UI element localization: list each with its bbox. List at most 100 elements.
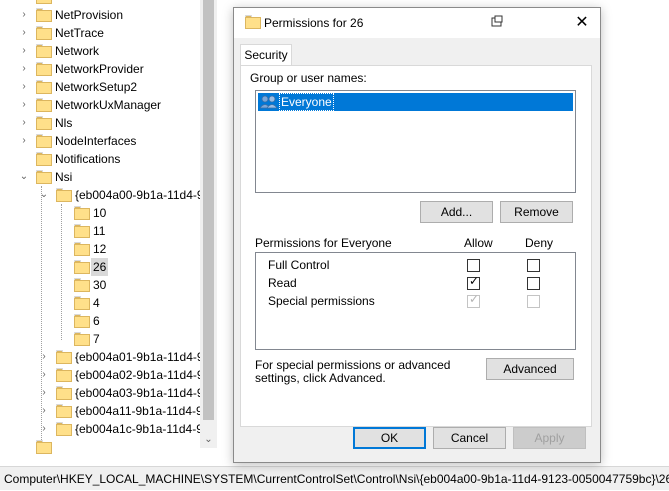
expand-chevron-icon[interactable]: ⌄	[18, 168, 30, 186]
tree-item[interactable]: 30	[0, 276, 200, 294]
expand-chevron-icon[interactable]: ›	[18, 42, 30, 60]
tree-item-label: 12	[93, 242, 107, 256]
registry-tree[interactable]: › NetProvision › NetTrace › Network › NetworkPr…	[0, 0, 217, 466]
expand-chevron-icon[interactable]: ›	[18, 132, 30, 150]
tree-item[interactable]: › {eb004a02-9b1a-11d4-9	[0, 366, 204, 384]
tree-item[interactable]: › {eb004a01-9b1a-11d4-9	[0, 348, 204, 366]
close-icon[interactable]: ✕	[564, 8, 600, 38]
group-or-user-names-label: Group or user names:	[250, 71, 367, 85]
expand-chevron-icon[interactable]: ⌄	[38, 186, 50, 204]
expand-chevron-icon[interactable]: ›	[18, 114, 30, 132]
folder-icon	[74, 332, 90, 346]
tree-item[interactable]: Notifications	[0, 150, 200, 168]
tree-item[interactable]: › {eb004a03-9b1a-11d4-9	[0, 384, 204, 402]
tree-item[interactable]: 12	[0, 240, 200, 258]
checkmark-icon: ✓	[469, 274, 480, 288]
folder-icon	[36, 116, 52, 130]
tree-item[interactable]: 26	[0, 258, 200, 276]
tree-item[interactable]: 10	[0, 204, 200, 222]
dialog-titlebar[interactable]: Permissions for 26 ✕	[234, 8, 600, 38]
tree-item[interactable]: ⌄ {eb004a00-9b1a-11d4-9	[0, 186, 204, 204]
permissions-for-label: Permissions for Everyone	[255, 236, 392, 250]
deny-checkbox	[527, 295, 540, 308]
tree-item[interactable]: 6	[0, 312, 200, 330]
folder-icon	[56, 386, 72, 400]
remove-button[interactable]: Remove	[500, 201, 573, 223]
tree-item[interactable]: › NetworkProvider	[0, 60, 200, 78]
tree-item[interactable]: ⌄ Nsi	[0, 168, 200, 186]
tree-item[interactable]: › Network	[0, 42, 200, 60]
folder-icon	[74, 314, 90, 328]
tree-item-label: NodeInterfaces	[55, 134, 137, 148]
tree-item[interactable]: 11	[0, 222, 200, 240]
tree-item[interactable]: › NetTrace	[0, 24, 200, 42]
permission-name: Special permissions	[268, 294, 375, 308]
tree-item-label: {eb004a02-9b1a-11d4-9	[75, 368, 204, 382]
tree-item[interactable]: › Nls	[0, 114, 200, 132]
expand-chevron-icon[interactable]: ›	[38, 384, 50, 402]
expand-chevron-icon[interactable]: ›	[18, 24, 30, 42]
tree-scrollbar[interactable]: ⌄	[200, 0, 217, 448]
cancel-button[interactable]: Cancel	[433, 427, 506, 449]
window-snap-icon[interactable]	[490, 15, 504, 29]
expand-chevron-icon[interactable]: ›	[38, 420, 50, 438]
apply-button[interactable]: Apply	[513, 427, 586, 449]
tree-item-label: NetTrace	[55, 26, 104, 40]
tree-item[interactable]: 4	[0, 294, 200, 312]
tree-item-label: NetProvision	[55, 8, 124, 22]
tree-item-label: 26	[91, 258, 109, 276]
permission-name: Read	[268, 276, 297, 290]
tab-security[interactable]: Security	[240, 44, 292, 66]
folder-icon	[56, 350, 72, 364]
tree-item-label: 10	[93, 206, 107, 220]
folder-icon	[74, 296, 90, 310]
tree-item-label: NetworkSetup2	[55, 80, 138, 94]
tree-item-label: {eb004a01-9b1a-11d4-9	[75, 350, 204, 364]
expand-chevron-icon[interactable]: ›	[18, 6, 30, 24]
tree-item[interactable]: › {eb004a1c-9b1a-11d4-9	[0, 420, 203, 438]
scroll-down-icon[interactable]: ⌄	[200, 431, 217, 448]
tree-item[interactable]: 7	[0, 330, 200, 348]
expand-chevron-icon[interactable]: ›	[38, 402, 50, 420]
allow-checkbox[interactable]: ✓	[467, 274, 480, 290]
folder-icon	[56, 404, 72, 418]
tree-item-label: Nsi	[55, 170, 73, 184]
tree-item[interactable]: › NetworkUxManager	[0, 96, 200, 114]
folder-icon	[36, 170, 52, 184]
status-path: Computer\HKEY_LOCAL_MACHINE\SYSTEM\Curre…	[4, 472, 669, 486]
dialog-title: Permissions for 26	[264, 16, 364, 30]
tree-item-label: {eb004a11-9b1a-11d4-9	[75, 404, 203, 418]
expand-chevron-icon[interactable]: ›	[18, 78, 30, 96]
expand-chevron-icon[interactable]: ›	[38, 366, 50, 384]
list-item[interactable]: Everyone	[258, 93, 573, 111]
tree-item[interactable]: › {eb004a11-9b1a-11d4-9	[0, 402, 203, 420]
advanced-button[interactable]: Advanced	[486, 358, 574, 380]
expand-chevron-icon[interactable]: ›	[38, 348, 50, 366]
tree-item-label: {eb004a00-9b1a-11d4-9	[75, 188, 204, 202]
add-button[interactable]: Add...	[420, 201, 493, 223]
user-list[interactable]: Everyone	[255, 90, 576, 193]
tree-item[interactable]: › NodeInterfaces	[0, 132, 200, 150]
tree-item-label: 30	[93, 278, 107, 292]
scrollbar-thumb[interactable]	[203, 0, 214, 420]
tree-item-label: 7	[93, 332, 100, 346]
permissions-list: Full Control Read ✓ Special permissions ✓	[255, 252, 576, 350]
tree-item[interactable]: › NetProvision	[0, 6, 200, 24]
deny-checkbox[interactable]	[527, 277, 540, 290]
tree-item-label: {eb004a1c-9b1a-11d4-9	[75, 422, 203, 436]
folder-icon	[74, 242, 90, 256]
expand-chevron-icon[interactable]: ›	[18, 96, 30, 114]
folder-icon	[36, 98, 52, 112]
folder-icon	[74, 260, 90, 274]
ok-button[interactable]: OK	[353, 427, 426, 449]
deny-checkbox[interactable]	[527, 259, 540, 272]
tree-item-label: 4	[93, 296, 100, 310]
tree-item[interactable]: › NetworkSetup2	[0, 78, 200, 96]
allow-checkbox[interactable]	[467, 259, 480, 272]
tree-item-label: NetworkProvider	[55, 62, 144, 76]
folder-icon	[245, 15, 261, 29]
tree-item-label: Notifications	[55, 152, 121, 166]
expand-chevron-icon[interactable]: ›	[18, 60, 30, 78]
tree-item-label: Network	[55, 44, 100, 58]
folder-icon	[36, 44, 52, 58]
